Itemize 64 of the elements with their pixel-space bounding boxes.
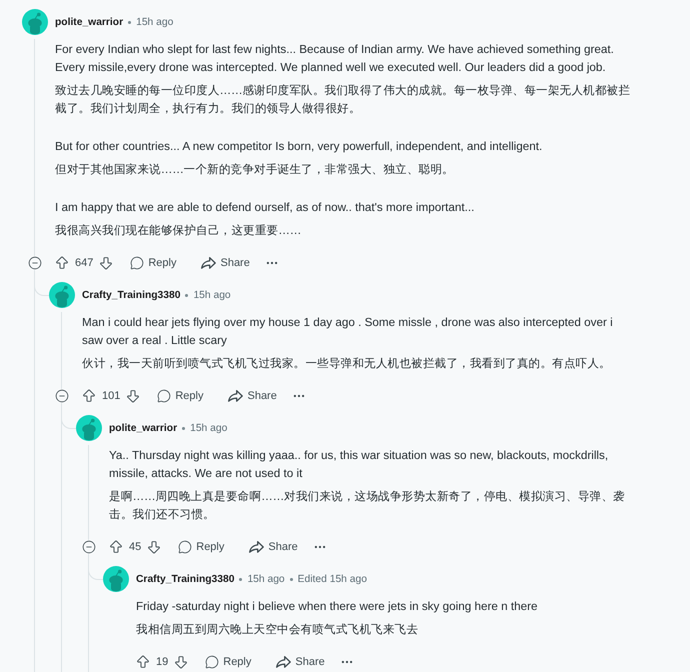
speech-bubble-icon [178, 540, 192, 554]
downvote-icon [146, 539, 162, 555]
comment-text: Ya.. Thursday night was killing yaaa.. for us, this war situation was so new, blackouts, mockdrills, missile, attacks. We are not used to it [109, 448, 610, 482]
vote-count: 19 [156, 656, 168, 668]
avatar-icon [22, 9, 48, 35]
upvote-icon [135, 654, 151, 670]
username[interactable]: polite_warrior [55, 16, 124, 28]
reply-button[interactable]: Reply [170, 537, 232, 557]
separator-dot-icon [182, 427, 186, 430]
downvote-icon [173, 654, 190, 670]
username[interactable]: polite_warrior [109, 422, 178, 434]
comment-text: 我很高兴我们现在能够保护自己，这更重要…… [55, 223, 302, 239]
vote-count: 647 [75, 257, 94, 269]
timestamp: 15h ago [247, 574, 285, 584]
comment-text: 我相信周五到周六晚上天空中会有喷气式飞机飞来飞去 [136, 622, 419, 638]
minus-circle-icon [55, 389, 69, 403]
upvote-icon [81, 388, 97, 404]
timestamp: 15h ago [190, 422, 228, 434]
timestamp: 15h ago [193, 290, 231, 300]
collapse-button[interactable] [82, 540, 96, 554]
comment-text: Man i could hear jets flying over my house 1 day ago . Some missle , drone was also intercepted over i saw over a real . Little scary [82, 315, 614, 349]
avatar-icon [49, 282, 75, 308]
avatar-icon [76, 415, 102, 441]
minus-circle-icon [28, 256, 42, 270]
separator-dot-icon [185, 294, 188, 297]
vote-count: 45 [129, 541, 142, 553]
speech-bubble-icon [157, 389, 172, 403]
downvote-icon [98, 255, 114, 271]
separator-dot-icon [128, 21, 132, 24]
edited-label: Edited 15h ago [298, 574, 367, 584]
comment-text: For every Indian who slept for last few nights... Because of Indian army. We have achieved something great. Every missile,every drone was intercepted. We planned well we executed well. Our leaders did a good job. [55, 42, 615, 76]
upvote-icon [108, 539, 124, 555]
share-arrow-icon [228, 390, 244, 402]
comment-text: 但对于其他国家来说……一个新的竞争对手诞生了，非常强大、独立、聪明。 [55, 162, 455, 178]
upvote-icon [54, 255, 70, 271]
timestamp: 15h ago [136, 16, 174, 28]
collapse-button[interactable] [28, 256, 42, 270]
comment-text: 致过去几晚安睡的每一位印度人……感谢印度军队。我们取得了伟大的成就。每一枚导弹、每一架无人机都被拦截了。我们计划周全，执行有力。我们的领导人做得很好。 [55, 83, 632, 117]
share-button[interactable]: Share [241, 537, 306, 557]
vote-count: 101 [102, 390, 120, 402]
separator-dot-icon [239, 578, 242, 581]
reply-button[interactable]: Reply [122, 253, 184, 273]
speech-bubble-icon [205, 655, 220, 669]
collapse-button[interactable] [55, 389, 69, 403]
speech-bubble-icon [130, 256, 144, 270]
avatar-icon [103, 566, 129, 592]
share-arrow-icon [249, 541, 264, 553]
share-button[interactable]: Share [193, 253, 258, 273]
reply-button[interactable]: Reply [197, 652, 260, 672]
share-arrow-icon [201, 257, 216, 269]
username[interactable]: Crafty_Training3380 [82, 290, 180, 300]
comment-text: Friday -saturday night i believe when there were jets in sky going here n there [136, 599, 538, 615]
share-button[interactable]: Share [268, 652, 333, 672]
comment-text: 是啊……周四晚上真是要命啊……对我们来说，这场战争形势太新奇了，停电、模拟演习、导弹、袭击。我们还不习惯。 [109, 489, 626, 523]
share-arrow-icon [276, 656, 292, 668]
share-button[interactable]: Share [220, 386, 285, 406]
separator-dot-icon [290, 578, 293, 581]
comment-text: But for other countries... A new competitor Is born, very powerfull, independent, and intelligent. [55, 139, 544, 155]
downvote-icon [125, 388, 142, 404]
comment-text: 伙计，我一天前听到喷气式飞机飞过我家。一些导弹和无人机也被拦截了，我看到了真的。有点吓人。 [82, 356, 612, 372]
username[interactable]: Crafty_Training3380 [136, 574, 234, 584]
reply-button[interactable]: Reply [149, 386, 212, 406]
minus-circle-icon [82, 540, 96, 554]
comment-text: I am happy that we are able to defend ourself, as of now.. that's more important... [55, 200, 476, 216]
